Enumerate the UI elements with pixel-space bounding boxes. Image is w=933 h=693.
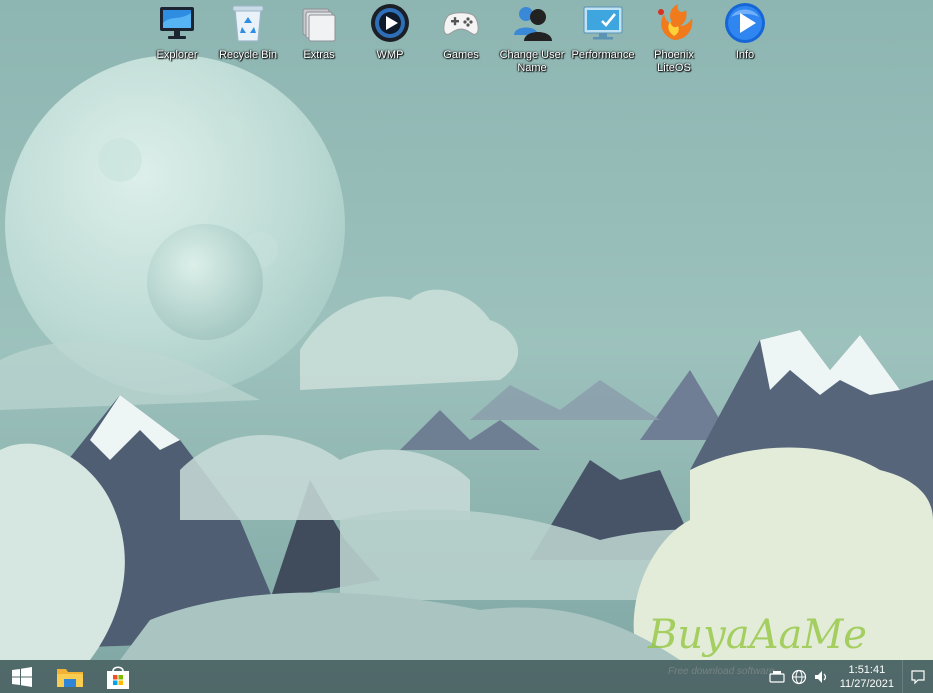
system-tray: 1:51:41 11/27/2021 xyxy=(768,660,933,693)
desktop-icon-recycle-bin[interactable]: Recycle Bin xyxy=(212,0,284,62)
monitor-icon xyxy=(155,0,199,46)
desktop-icon-label: Info xyxy=(735,49,755,61)
taskbar-clock[interactable]: 1:51:41 11/27/2021 xyxy=(840,663,894,691)
desktop-icon-change-user-name[interactable]: Change User Name xyxy=(496,0,568,75)
desktop-icon-info[interactable]: Info xyxy=(709,0,781,62)
folders-icon xyxy=(297,0,341,46)
desktop-icon-label: Change User Name xyxy=(499,49,565,74)
media-player-icon xyxy=(368,0,412,46)
small-moon xyxy=(147,224,263,340)
desktop-icon-label: Extras xyxy=(303,49,335,61)
desktop-icon-performance[interactable]: Performance xyxy=(567,0,639,62)
clock-date: 11/27/2021 xyxy=(839,677,894,690)
desktop-icon-label: Recycle Bin xyxy=(218,49,278,61)
network-globe-icon[interactable] xyxy=(790,668,808,686)
desktop-icon-label: Explorer xyxy=(156,49,198,61)
desktop-icon-label: Performance xyxy=(571,49,635,61)
taskbar: 1:51:41 11/27/2021 xyxy=(0,660,933,693)
play-info-icon xyxy=(723,0,767,46)
desktop-icon-label: Games xyxy=(443,49,479,61)
taskbar-file-explorer[interactable] xyxy=(48,660,92,693)
tray-device-icon[interactable] xyxy=(768,668,786,686)
desktop[interactable]: Explorer Recycle Bin Extras WMP Games Ch… xyxy=(0,0,933,693)
wallpaper-background xyxy=(0,0,933,693)
file-explorer-icon xyxy=(57,668,83,687)
desktop-icon-wmp[interactable]: WMP xyxy=(354,0,426,62)
desktop-icon-explorer[interactable]: Explorer xyxy=(141,0,213,62)
desktop-icon-extras[interactable]: Extras xyxy=(283,0,355,62)
performance-monitor-icon xyxy=(581,0,625,46)
taskbar-store[interactable] xyxy=(96,660,140,693)
recycle-bin-icon xyxy=(226,0,270,46)
store-icon xyxy=(107,665,129,689)
desktop-icon-phoenix-liteos[interactable]: Phoenix LiteOS xyxy=(638,0,710,75)
gamepad-icon xyxy=(439,0,483,46)
clock-time: 1:51:41 xyxy=(848,663,886,676)
desktop-icon-label: WMP xyxy=(376,49,404,61)
phoenix-icon xyxy=(652,0,696,46)
notification-icon xyxy=(911,669,925,684)
windows-start-icon xyxy=(12,666,32,687)
desktop-icon-label: Phoenix LiteOS xyxy=(654,49,694,74)
action-center-button[interactable] xyxy=(902,660,933,693)
desktop-icon-games[interactable]: Games xyxy=(425,0,497,62)
start-button[interactable] xyxy=(0,660,44,693)
users-icon xyxy=(510,0,554,46)
volume-icon[interactable] xyxy=(812,668,830,686)
